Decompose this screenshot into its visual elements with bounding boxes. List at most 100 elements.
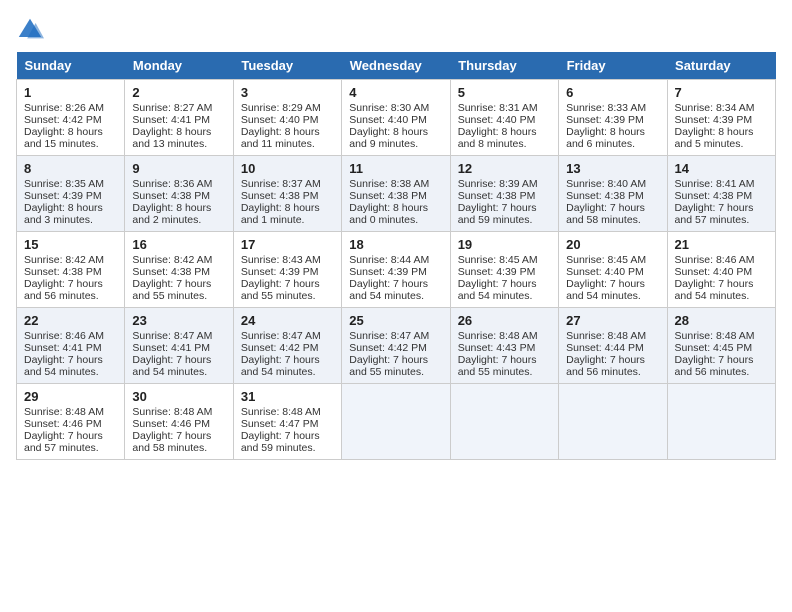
daylight-text: Daylight: 7 hours and 54 minutes. [566,278,659,302]
day-number: 20 [566,237,659,252]
calendar-cell: 28Sunrise: 8:48 AMSunset: 4:45 PMDayligh… [667,308,775,384]
day-number: 28 [675,313,768,328]
calendar-cell: 29Sunrise: 8:48 AMSunset: 4:46 PMDayligh… [17,384,125,460]
week-row-3: 15 Sunrise: 8:42 AMSunset: 4:38 PM Dayligh… [17,232,776,308]
sunrise-text: Sunrise: 8:47 AM [132,330,225,342]
calendar-cell: 30Sunrise: 8:48 AMSunset: 4:46 PMDayligh… [125,384,233,460]
calendar-cell: 5Sunrise: 8:31 AMSunset: 4:40 PMDaylight… [450,80,558,156]
day-number: 15 [24,237,117,252]
sunrise-text: Sunrise: 8:41 AM [675,178,768,190]
sunrise-text: Sunrise: 8:46 AM [675,254,768,266]
page-container: SundayMondayTuesdayWednesdayThursdayFrid… [16,16,776,460]
sunset-text: Sunset: 4:40 PM [675,266,768,278]
calendar-cell: 4Sunrise: 8:30 AMSunset: 4:40 PMDaylight… [342,80,450,156]
calendar-cell: 1Sunrise: 8:26 AMSunset: 4:42 PMDaylight… [17,80,125,156]
calendar-cell: 31Sunrise: 8:48 AMSunset: 4:47 PMDayligh… [233,384,341,460]
sunset-text: Sunset: 4:40 PM [566,266,659,278]
sunset-text: Sunset: 4:39 PM [241,266,334,278]
daylight-text: Daylight: 7 hours and 54 minutes. [132,354,225,378]
calendar-cell: 3Sunrise: 8:29 AMSunset: 4:40 PMDaylight… [233,80,341,156]
daylight-text: Daylight: 8 hours and 9 minutes. [349,126,442,150]
week-row-1: 1Sunrise: 8:26 AMSunset: 4:42 PMDaylight… [17,80,776,156]
daylight-text: Daylight: 8 hours and 5 minutes. [675,126,768,150]
sunset-text: Sunset: 4:38 PM [132,266,225,278]
calendar-cell: 27Sunrise: 8:48 AMSunset: 4:44 PMDayligh… [559,308,667,384]
sunset-text: Sunset: 4:38 PM [132,190,225,202]
sunrise-text: Sunrise: 8:38 AM [349,178,442,190]
calendar-cell: 21Sunrise: 8:46 AMSunset: 4:40 PMDayligh… [667,232,775,308]
calendar-cell: 18Sunrise: 8:44 AMSunset: 4:39 PMDayligh… [342,232,450,308]
sunset-text: Sunset: 4:44 PM [566,342,659,354]
day-number: 17 [241,237,334,252]
logo [16,16,48,44]
daylight-text: Daylight: 8 hours and 13 minutes. [132,126,225,150]
sunset-text: Sunset: 4:38 PM [241,190,334,202]
calendar-cell: 10Sunrise: 8:37 AMSunset: 4:38 PMDayligh… [233,156,341,232]
sunset-text: Sunset: 4:47 PM [241,418,334,430]
daylight-text: Daylight: 8 hours and 3 minutes. [24,202,117,226]
sunset-text: Sunset: 4:42 PM [24,114,117,126]
calendar-cell [450,384,558,460]
calendar-cell: 19Sunrise: 8:45 AMSunset: 4:39 PMDayligh… [450,232,558,308]
sunrise-text: Sunrise: 8:44 AM [349,254,442,266]
sunrise-text: Sunrise: 8:47 AM [349,330,442,342]
daylight-text: Daylight: 7 hours and 54 minutes. [241,354,334,378]
sunrise-text: Sunrise: 8:43 AM [241,254,334,266]
daylight-text: Daylight: 7 hours and 59 minutes. [458,202,551,226]
sunrise-text: Sunrise: 8:48 AM [24,406,117,418]
week-row-4: 22Sunrise: 8:46 AMSunset: 4:41 PMDayligh… [17,308,776,384]
day-number: 19 [458,237,551,252]
sunset-text: Sunset: 4:38 PM [566,190,659,202]
daylight-text: Daylight: 8 hours and 0 minutes. [349,202,442,226]
header-row: SundayMondayTuesdayWednesdayThursdayFrid… [17,52,776,80]
sunset-text: Sunset: 4:39 PM [349,266,442,278]
calendar-cell: 15Sunrise: 8:42 AMSunset: 4:38 PMDayligh… [17,232,125,308]
day-number: 9 [132,161,225,176]
sunset-text: Sunset: 4:39 PM [566,114,659,126]
sunset-text: Sunset: 4:40 PM [241,114,334,126]
daylight-text: Daylight: 7 hours and 56 minutes. [566,354,659,378]
day-header-saturday: Saturday [667,52,775,80]
sunset-text: Sunset: 4:43 PM [458,342,551,354]
day-number: 3 [241,85,334,100]
daylight-text: Daylight: 7 hours and 55 minutes. [458,354,551,378]
daylight-text: Daylight: 7 hours and 58 minutes. [132,430,225,454]
calendar-cell: 13Sunrise: 8:40 AMSunset: 4:38 PMDayligh… [559,156,667,232]
sunset-text: Sunset: 4:38 PM [458,190,551,202]
day-number: 7 [675,85,768,100]
calendar-cell: 22Sunrise: 8:46 AMSunset: 4:41 PMDayligh… [17,308,125,384]
day-number: 2 [132,85,225,100]
daylight-text: Daylight: 7 hours and 54 minutes. [675,278,768,302]
day-header-monday: Monday [125,52,233,80]
sunrise-text: Sunrise: 8:39 AM [458,178,551,190]
calendar-cell: 14Sunrise: 8:41 AMSunset: 4:38 PMDayligh… [667,156,775,232]
daylight-text: Daylight: 7 hours and 54 minutes. [349,278,442,302]
sunrise-text: Sunrise: 8:29 AM [241,102,334,114]
day-number: 16 [132,237,225,252]
daylight-text: Daylight: 7 hours and 56 minutes. [24,278,117,302]
day-number: 13 [566,161,659,176]
calendar-table: SundayMondayTuesdayWednesdayThursdayFrid… [16,52,776,460]
day-number: 14 [675,161,768,176]
daylight-text: Daylight: 7 hours and 55 minutes. [241,278,334,302]
calendar-cell: 8Sunrise: 8:35 AMSunset: 4:39 PMDaylight… [17,156,125,232]
sunset-text: Sunset: 4:42 PM [241,342,334,354]
daylight-text: Daylight: 8 hours and 1 minute. [241,202,334,226]
sunrise-text: Sunrise: 8:27 AM [132,102,225,114]
logo-icon [16,16,44,44]
day-header-sunday: Sunday [17,52,125,80]
day-number: 6 [566,85,659,100]
day-header-wednesday: Wednesday [342,52,450,80]
sunrise-text: Sunrise: 8:26 AM [24,102,117,114]
calendar-cell: 11Sunrise: 8:38 AMSunset: 4:38 PMDayligh… [342,156,450,232]
daylight-text: Daylight: 8 hours and 6 minutes. [566,126,659,150]
day-number: 26 [458,313,551,328]
sunrise-text: Sunrise: 8:47 AM [241,330,334,342]
header [16,16,776,44]
daylight-text: Daylight: 8 hours and 8 minutes. [458,126,551,150]
calendar-cell: 6Sunrise: 8:33 AMSunset: 4:39 PMDaylight… [559,80,667,156]
sunrise-text: Sunrise: 8:42 AM [132,254,225,266]
daylight-text: Daylight: 7 hours and 54 minutes. [458,278,551,302]
sunset-text: Sunset: 4:40 PM [349,114,442,126]
sunrise-text: Sunrise: 8:34 AM [675,102,768,114]
